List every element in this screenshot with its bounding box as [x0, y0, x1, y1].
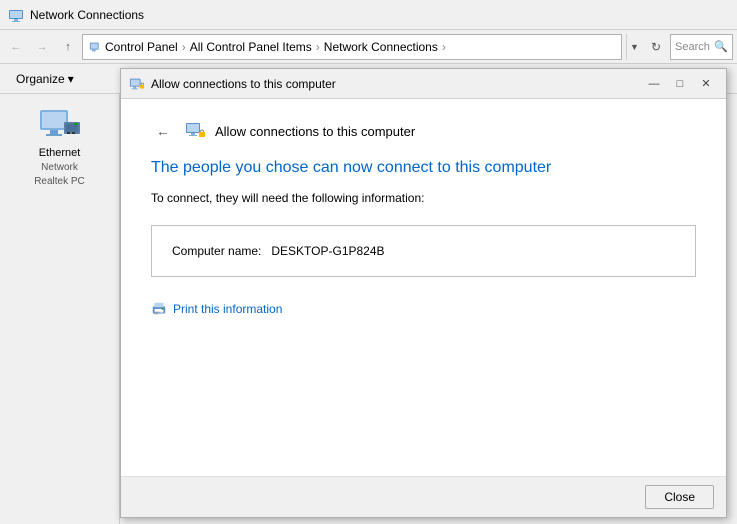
print-link[interactable]: Print this information [173, 302, 282, 316]
dialog-title-text: Allow connections to this computer [151, 77, 336, 91]
breadcrumb-part-1: Control Panel [105, 40, 178, 54]
organize-arrow: ▾ [68, 72, 74, 86]
dialog-heading-text: Allow connections to this computer [215, 124, 415, 139]
breadcrumb-part-2: All Control Panel Items [190, 40, 312, 54]
organize-button[interactable]: Organize ▾ [8, 70, 82, 88]
close-dialog-button[interactable]: Close [645, 485, 714, 509]
computer-name-label: Computer name: [172, 244, 261, 258]
print-icon [151, 301, 167, 317]
minimize-button[interactable]: — [642, 74, 666, 94]
forward-button[interactable]: → [30, 35, 54, 59]
restore-button[interactable]: □ [668, 74, 692, 94]
dialog-nav-row: ← Allow connections to this computer [151, 119, 696, 143]
print-link-row: Print this information [151, 301, 696, 317]
back-button[interactable]: ← [4, 35, 28, 59]
address-dropdown-button[interactable]: ▼ [626, 34, 642, 60]
ethernet-item[interactable]: Ethernet Network Realtek PC [6, 102, 113, 193]
ethernet-icon [36, 108, 84, 144]
separator-2: › [316, 40, 320, 54]
separator-3: › [442, 40, 446, 54]
window-icon [8, 7, 24, 23]
dialog: Allow connections to this computer — □ ✕… [120, 68, 727, 518]
organize-label: Organize [16, 72, 65, 86]
address-box[interactable]: Control Panel › All Control Panel Items … [82, 34, 622, 60]
dialog-body: ← Allow connections to this computer The… [121, 99, 726, 476]
dialog-heading-icon [185, 120, 207, 142]
dialog-title-bar: Allow connections to this computer — □ ✕ [121, 69, 726, 99]
left-panel: Ethernet Network Realtek PC [0, 94, 120, 524]
dialog-success-text: The people you chose can now connect to … [151, 159, 696, 177]
computer-name-value: DESKTOP-G1P824B [271, 244, 384, 258]
title-bar: Network Connections [0, 0, 737, 30]
dialog-back-button[interactable]: ← [151, 119, 175, 143]
close-window-button[interactable]: ✕ [694, 74, 718, 94]
search-icon: 🔍 [714, 40, 728, 53]
dialog-footer: Close [121, 476, 726, 517]
ethernet-label: Ethernet [39, 147, 81, 159]
dialog-title-left: Allow connections to this computer [129, 76, 336, 92]
breadcrumb-part-3: Network Connections [324, 40, 438, 54]
dialog-title-icon [129, 76, 145, 92]
ethernet-sub2: Realtek PC [34, 176, 85, 187]
refresh-button[interactable]: ↻ [644, 35, 668, 59]
address-icon [89, 40, 103, 54]
up-button[interactable]: ↑ [56, 35, 80, 59]
search-box[interactable]: 🔍 [670, 34, 733, 60]
dialog-heading-row: Allow connections to this computer [185, 120, 415, 142]
title-bar-text: Network Connections [30, 8, 144, 22]
dialog-info-text: To connect, they will need the following… [151, 191, 696, 205]
search-input[interactable] [675, 41, 712, 53]
main-area: Ethernet Network Realtek PC Allow connec… [0, 94, 737, 524]
ethernet-sub1: Network [41, 162, 78, 173]
separator-1: › [182, 40, 186, 54]
address-bar: ← → ↑ Control Panel › All Control Panel … [0, 30, 737, 64]
info-box: Computer name: DESKTOP-G1P824B [151, 225, 696, 277]
dialog-window-controls: — □ ✕ [642, 74, 718, 94]
